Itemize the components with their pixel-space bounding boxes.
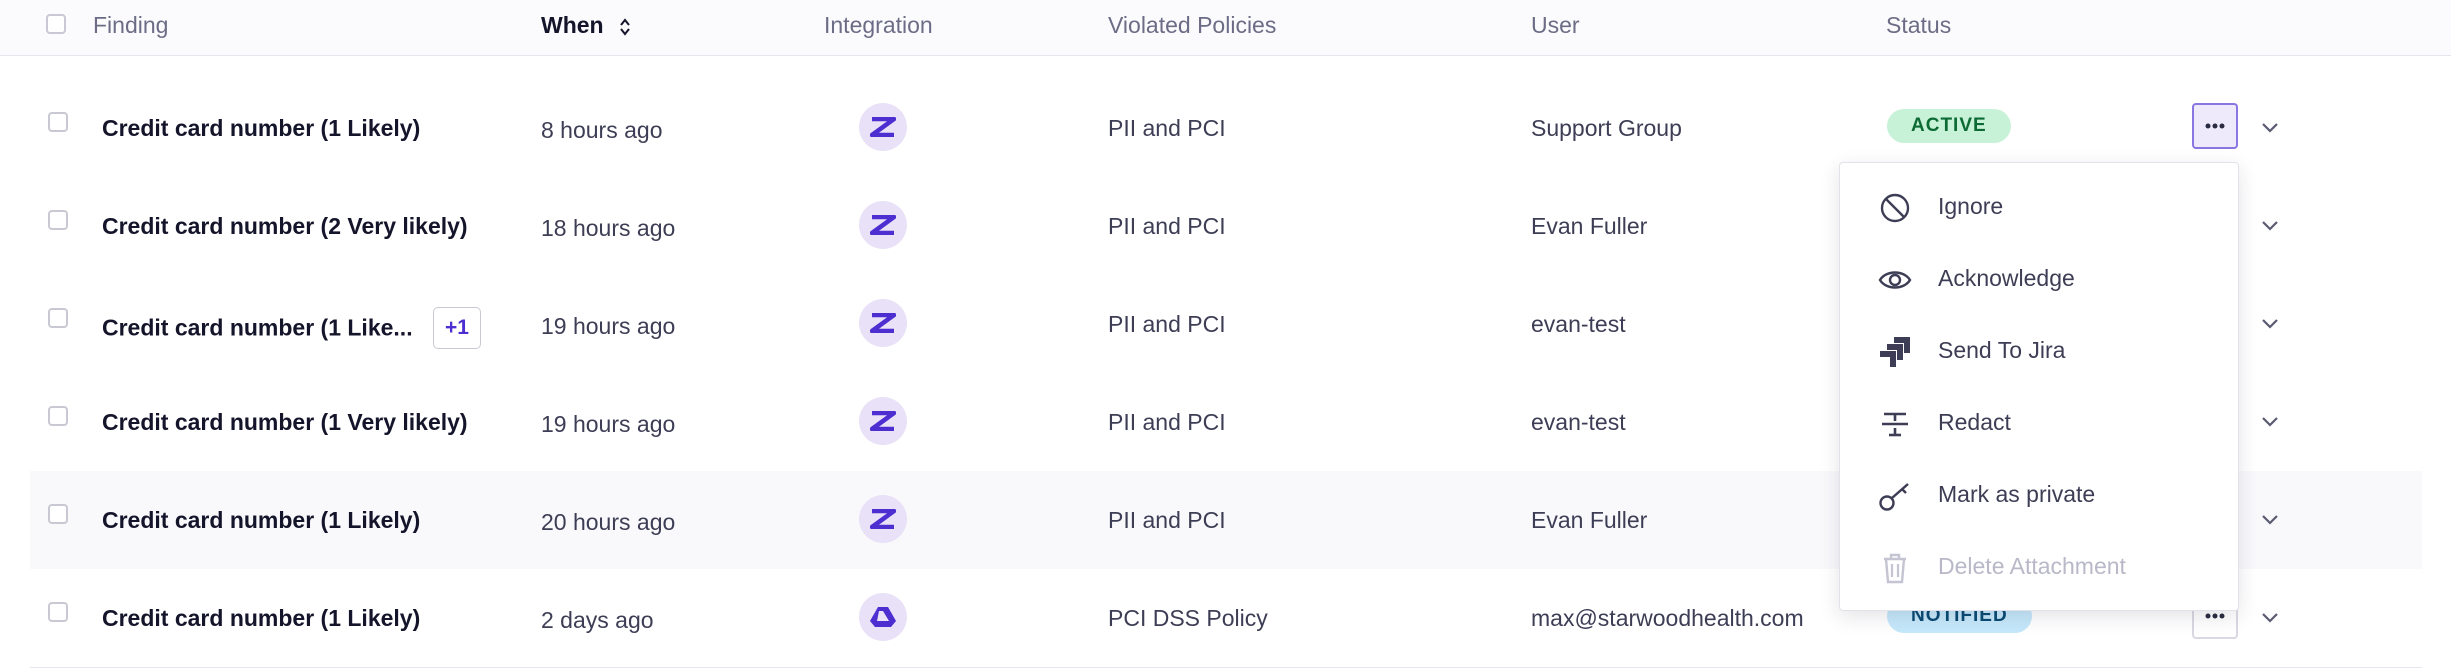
row-checkbox[interactable] [48, 112, 68, 132]
violated-policy[interactable]: PII and PCI [1108, 409, 1226, 436]
menu-item-send-to-jira[interactable]: Send To Jira [1840, 315, 2238, 387]
finding-user: max@starwoodhealth.com [1531, 605, 1804, 631]
menu-item-acknowledge[interactable]: Acknowledge [1840, 243, 2238, 315]
zendesk-icon [859, 201, 907, 249]
finding-name-cell[interactable]: Credit card number (1 Like... +1 [102, 307, 481, 349]
finding-when: 18 hours ago [541, 215, 676, 241]
chevron-down-icon[interactable] [2258, 115, 2282, 139]
column-header-integration[interactable]: Integration [824, 0, 933, 50]
menu-item-label: Delete Attachment [1938, 553, 2126, 579]
column-header-finding[interactable]: Finding [93, 0, 168, 50]
ignore-icon [1880, 193, 1910, 223]
eye-icon [1878, 271, 1912, 289]
menu-item-redact[interactable]: Redact [1840, 387, 2238, 459]
finding-when: 2 days ago [541, 607, 654, 633]
chevron-down-icon[interactable] [2258, 311, 2282, 335]
finding-when: 8 hours ago [541, 117, 663, 143]
menu-item-ignore[interactable]: Ignore [1840, 171, 2238, 243]
chevron-down-icon[interactable] [2258, 605, 2282, 629]
chevron-down-icon[interactable] [2258, 213, 2282, 237]
extra-findings-badge[interactable]: +1 [432, 307, 481, 349]
jira-icon [1880, 337, 1910, 367]
more-actions-button[interactable] [2192, 103, 2238, 149]
menu-item-delete-attachment[interactable]: Delete Attachment [1840, 531, 2238, 603]
select-all-checkbox[interactable] [46, 14, 66, 34]
row-checkbox[interactable] [48, 308, 68, 328]
menu-item-label: Ignore [1938, 193, 2004, 219]
finding-name[interactable]: Credit card number (1 Likely) [102, 605, 420, 632]
menu-item-mark-as-private[interactable]: Mark as private [1840, 459, 2238, 531]
google-drive-icon [859, 593, 907, 641]
finding-name[interactable]: Credit card number (1 Very likely) [102, 409, 468, 436]
finding-name[interactable]: Credit card number (1 Likely) [102, 115, 420, 142]
status-badge: ACTIVE [1887, 109, 2011, 143]
table-header: Finding When Integration Violated Polici… [0, 0, 2451, 56]
chevron-down-icon[interactable] [2258, 409, 2282, 433]
more-icon [2205, 123, 2225, 129]
finding-user: evan-test [1531, 409, 1626, 435]
chevron-down-icon[interactable] [2258, 507, 2282, 531]
finding-when: 20 hours ago [541, 509, 676, 535]
key-icon [1879, 483, 1909, 511]
column-header-user[interactable]: User [1531, 0, 1580, 50]
menu-item-label: Redact [1938, 409, 2011, 435]
column-header-when-label: When [541, 12, 604, 38]
zendesk-icon [859, 397, 907, 445]
finding-name[interactable]: Credit card number (2 Very likely) [102, 213, 468, 240]
violated-policy[interactable]: PCI DSS Policy [1108, 605, 1268, 632]
violated-policy[interactable]: PII and PCI [1108, 507, 1226, 534]
sort-icon[interactable] [618, 17, 632, 37]
zendesk-icon [859, 299, 907, 347]
menu-item-label: Send To Jira [1938, 337, 2066, 363]
violated-policy[interactable]: PII and PCI [1108, 311, 1226, 338]
finding-user: Evan Fuller [1531, 507, 1648, 533]
trash-icon [1884, 553, 1906, 584]
zendesk-icon [859, 103, 907, 151]
menu-item-label: Acknowledge [1938, 265, 2075, 291]
finding-when: 19 hours ago [541, 411, 676, 437]
finding-user: Evan Fuller [1531, 213, 1648, 239]
row-checkbox[interactable] [48, 504, 68, 524]
column-header-violated-policies[interactable]: Violated Policies [1108, 0, 1276, 50]
row-checkbox[interactable] [48, 406, 68, 426]
column-header-status[interactable]: Status [1886, 0, 1951, 50]
violated-policy[interactable]: PII and PCI [1108, 213, 1226, 240]
violated-policy[interactable]: PII and PCI [1108, 115, 1226, 142]
finding-name[interactable]: Credit card number (1 Like... [102, 315, 413, 341]
redact-icon [1882, 412, 1908, 437]
zendesk-icon [859, 495, 907, 543]
row-checkbox[interactable] [48, 210, 68, 230]
actions-menu: Ignore Acknowledge Send To Jira Redact M… [1839, 162, 2239, 611]
row-checkbox[interactable] [48, 602, 68, 622]
finding-user: Support Group [1531, 115, 1682, 141]
finding-user: evan-test [1531, 311, 1626, 337]
more-icon [2205, 613, 2225, 619]
finding-when: 19 hours ago [541, 313, 676, 339]
column-header-when[interactable]: When [541, 0, 632, 50]
finding-name[interactable]: Credit card number (1 Likely) [102, 507, 420, 534]
menu-item-label: Mark as private [1938, 481, 2096, 507]
